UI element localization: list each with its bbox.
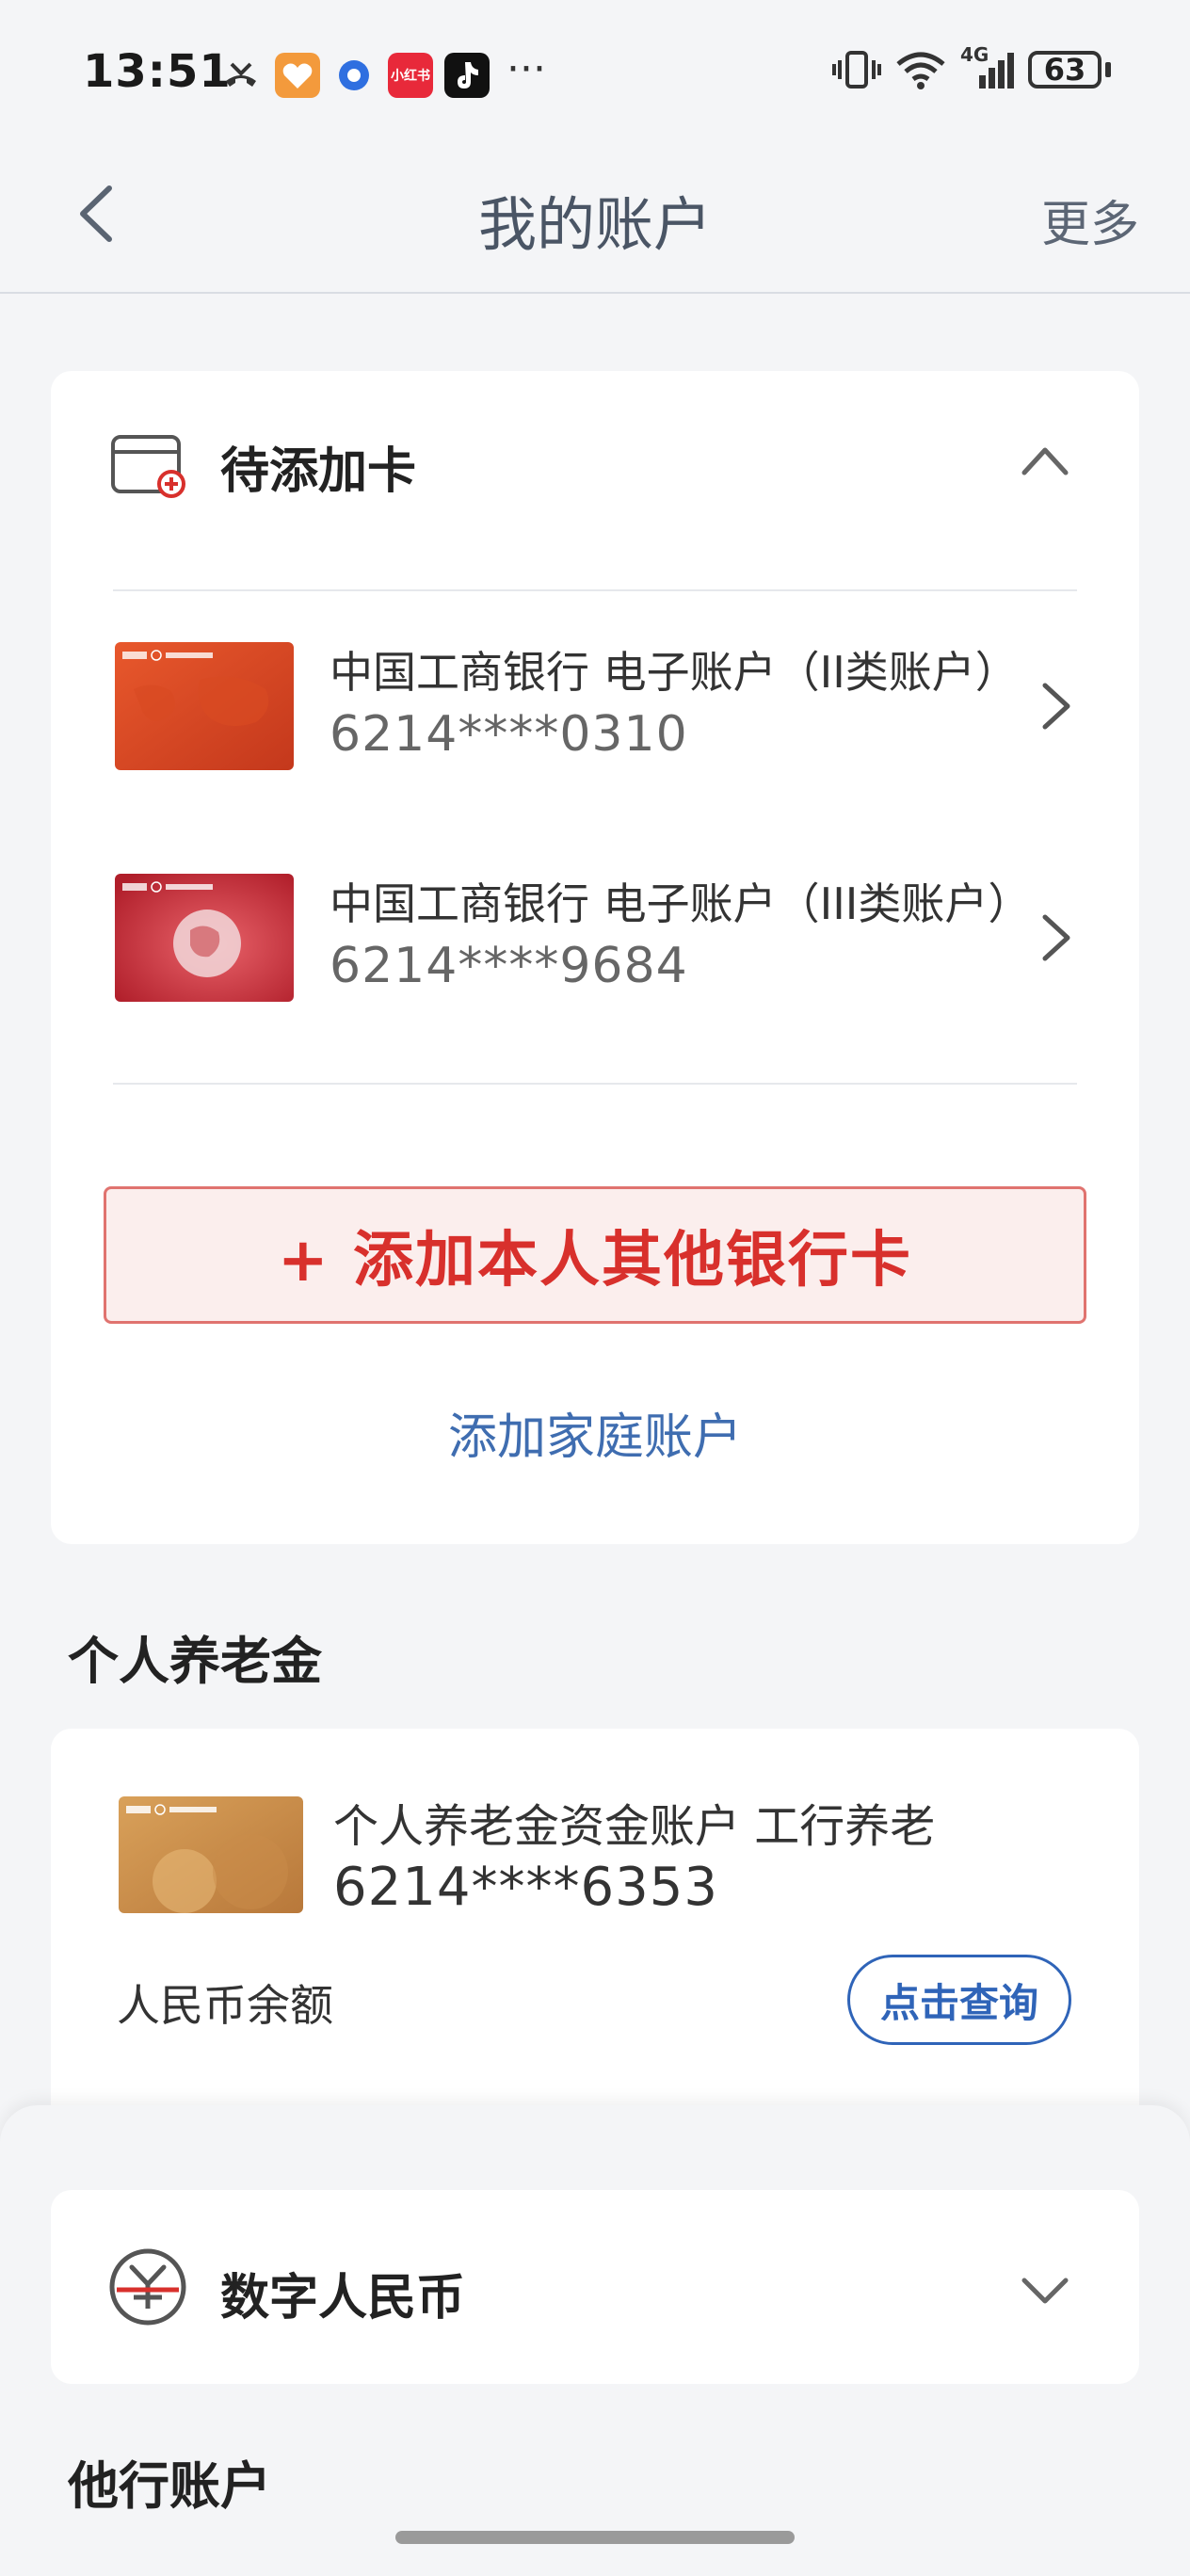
pension-card-thumbnail — [119, 1796, 303, 1913]
douyin-app-icon — [444, 53, 490, 98]
xiaohongshu-label: 小红书 — [391, 69, 430, 84]
add-other-card-button[interactable]: + 添加本人其他银行卡 — [104, 1186, 1086, 1324]
browser-app-icon — [331, 53, 377, 98]
vibrate-icon — [832, 51, 881, 89]
pension-account-card[interactable]: 个人养老金资金账户 工行养老 6214****6353 人民币余额 点击查询 — [51, 1729, 1139, 2124]
battery-tip — [1105, 62, 1111, 77]
pension-account-number: 6214****6353 — [333, 1857, 719, 1918]
signal-icon — [979, 53, 1014, 89]
add-card-icon — [111, 435, 185, 498]
pending-cards-title: 待添加卡 — [220, 443, 417, 500]
icbc-card-thumbnail — [115, 874, 294, 1002]
status-bar: 13:51 小红书 ··· 4G 63 — [0, 0, 1190, 141]
ecny-title: 数字人民币 — [220, 2270, 466, 2326]
missed-call-icon — [226, 62, 256, 87]
xiaohongshu-app-icon: 小红书 — [388, 53, 433, 98]
account-number: 6214****0310 — [330, 706, 688, 763]
other-bank-accounts-title: 他行账户 — [68, 2456, 271, 2516]
account-name: 中国工商银行 电子账户（III类账户） — [330, 878, 1032, 929]
divider — [113, 589, 1077, 591]
account-row[interactable]: 中国工商银行 电子账户（II类账户） 6214****0310 — [51, 635, 1139, 776]
home-indicator[interactable] — [395, 2531, 795, 2544]
ecny-panel[interactable]: 数字人民币 — [51, 2190, 1139, 2384]
chevron-right-icon — [1042, 914, 1070, 961]
status-overflow: ··· — [507, 45, 546, 93]
account-row[interactable]: 中国工商银行 电子账户（III类账户） 6214****9684 — [51, 866, 1139, 1007]
status-time: 13:51 — [83, 45, 232, 98]
divider — [113, 1083, 1077, 1085]
chevron-right-icon — [1042, 683, 1070, 730]
pending-cards-panel: 待添加卡 中国工商银行 电子账户（II类账户） 6214****0310 中国工… — [51, 371, 1139, 1544]
more-button[interactable]: 更多 — [1041, 185, 1139, 255]
health-app-icon — [275, 53, 320, 98]
chevron-up-icon[interactable] — [1017, 433, 1073, 490]
battery-indicator: 63 — [1028, 51, 1102, 89]
rmb-balance-label: 人民币余额 — [117, 1980, 333, 2031]
ecny-icon — [109, 2248, 186, 2326]
chevron-down-icon[interactable] — [1017, 2262, 1073, 2318]
nav-bar: 我的账户 更多 — [0, 141, 1190, 294]
add-other-card-label: + 添加本人其他银行卡 — [278, 1226, 912, 1296]
query-balance-button[interactable]: 点击查询 — [847, 1955, 1071, 2045]
page-title: 我的账户 — [477, 190, 712, 259]
add-family-account-link[interactable]: 添加家庭账户 — [51, 1397, 1139, 1468]
account-name: 中国工商银行 电子账户（II类账户） — [330, 647, 1019, 698]
pension-account-name: 个人养老金资金账户 工行养老 — [333, 1800, 936, 1853]
pending-cards-header[interactable]: 待添加卡 — [51, 371, 1139, 555]
signal-group: 4G — [960, 43, 1015, 90]
pension-section-title: 个人养老金 — [68, 1632, 322, 1691]
status-right-group: 4G 63 — [832, 43, 1111, 90]
wifi-icon — [896, 52, 945, 89]
account-number: 6214****9684 — [330, 938, 688, 994]
icbc-card-thumbnail — [115, 642, 294, 770]
